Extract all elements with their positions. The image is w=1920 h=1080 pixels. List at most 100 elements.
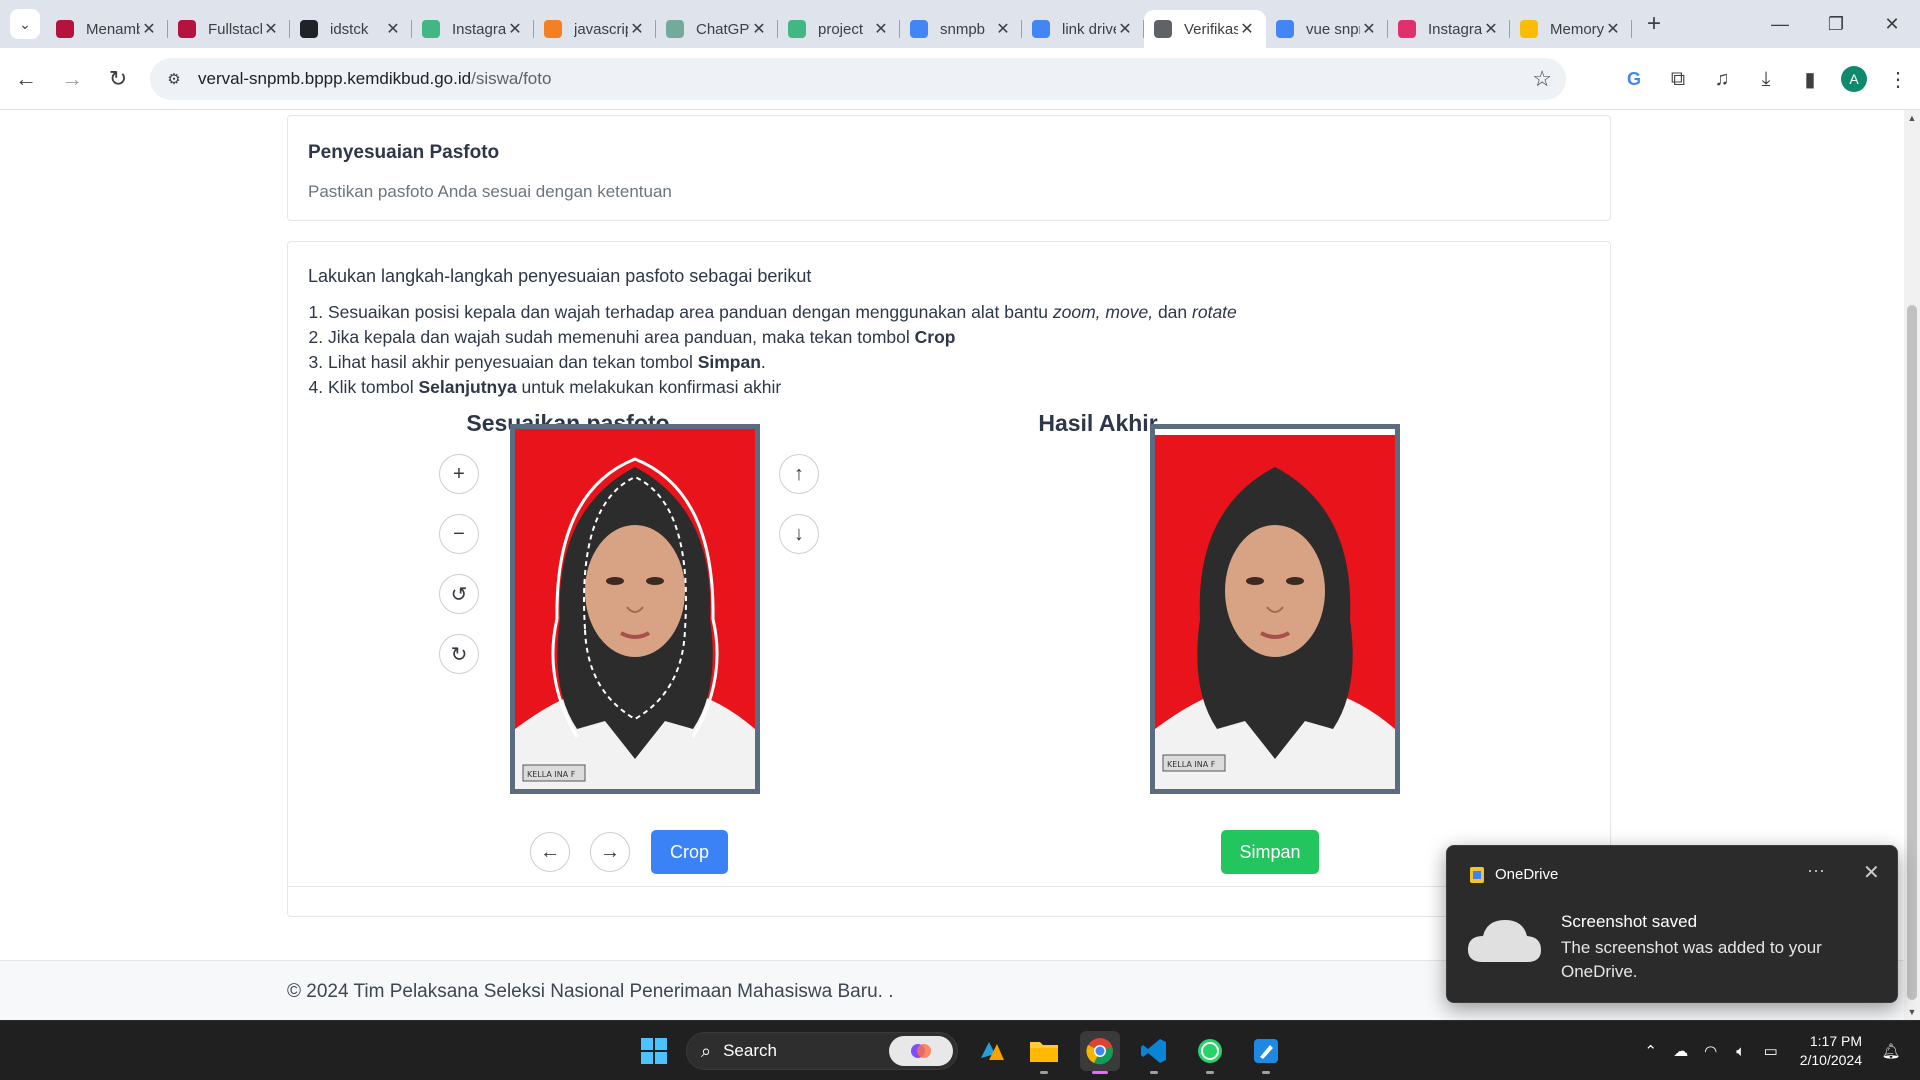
tab-search-button[interactable]: ⌄: [10, 9, 40, 39]
tab-close-icon[interactable]: ✕: [872, 19, 890, 39]
tab-close-icon[interactable]: ✕: [1604, 19, 1622, 39]
browser-tab[interactable]: Menambahkan✕: [46, 10, 168, 48]
tab-close-icon[interactable]: ✕: [140, 19, 158, 39]
url-text[interactable]: verval-snpmb.bppp.kemdikbud.go.id/siswa/…: [198, 69, 551, 89]
browser-tab[interactable]: snmpb ✕: [900, 10, 1022, 48]
photo-editor-canvas[interactable]: KELLA INA F: [510, 424, 760, 794]
onedrive-tray-icon[interactable]: ☁: [1666, 1042, 1696, 1060]
tab-favicon-icon: [788, 20, 806, 38]
result-photo: KELLA INA F: [1150, 424, 1400, 794]
tab-close-icon[interactable]: ✕: [1116, 19, 1134, 39]
system-tray: ⌃ ☁ ◠ 🔈︎ ▭ 1:17 PM 2/10/2024 🔔︎: [1636, 1021, 1920, 1080]
chrome-taskbar-icon[interactable]: [1080, 1031, 1120, 1074]
arrow-left-icon: ←: [15, 65, 37, 91]
rotate-left-button[interactable]: ↺: [439, 574, 479, 614]
vscode-icon[interactable]: [1134, 1031, 1174, 1074]
move-down-button[interactable]: ↓: [779, 514, 819, 554]
browser-tab[interactable]: Memory ✕: [1510, 10, 1632, 48]
rotate-right-button[interactable]: ↻: [439, 634, 479, 674]
scroll-down-icon[interactable]: ▼: [1904, 1004, 1920, 1020]
close-icon: ✕: [1884, 13, 1900, 34]
minimize-button[interactable]: —: [1752, 0, 1808, 48]
page-subtitle: Pastikan pasfoto Anda sesuai dengan kete…: [308, 182, 672, 201]
start-button[interactable]: [634, 1031, 674, 1071]
move-left-button[interactable]: ←: [530, 832, 570, 872]
tab-close-icon[interactable]: ✕: [750, 19, 768, 39]
browser-tab[interactable]: link drive ✕: [1022, 10, 1144, 48]
page-scrollbar[interactable]: ▲ ▼: [1904, 110, 1920, 1020]
tab-title: Memory: [1550, 20, 1604, 38]
close-icon[interactable]: ✕: [1863, 860, 1880, 885]
media-control-icon[interactable]: ♫: [1700, 59, 1744, 99]
tab-close-icon[interactable]: ✕: [1482, 19, 1500, 39]
tab-close-icon[interactable]: ✕: [994, 19, 1012, 39]
profile-button[interactable]: A: [1832, 59, 1876, 99]
reload-button[interactable]: ↻: [98, 59, 138, 99]
cropped-photo: KELLA INA F: [1155, 429, 1395, 789]
browser-tab[interactable]: ChatGPT✕: [656, 10, 778, 48]
browser-tab[interactable]: Verifikasi✕: [1144, 10, 1266, 48]
tab-close-icon[interactable]: ✕: [628, 19, 646, 39]
download-icon[interactable]: ⤓: [1744, 59, 1788, 99]
onedrive-notification[interactable]: OneDrive ··· ✕ Screenshot saved The scre…: [1446, 845, 1898, 1003]
tab-close-icon[interactable]: ✕: [506, 19, 524, 39]
file-explorer-icon[interactable]: [1024, 1031, 1064, 1074]
header-card: Penyesuaian Pasfoto Pastikan pasfoto And…: [287, 115, 1611, 221]
chevron-up-icon[interactable]: ⌃: [1636, 1042, 1666, 1060]
tab-title: Instagram: [452, 20, 506, 38]
bookmark-star-icon[interactable]: ☆: [1532, 66, 1552, 92]
zoom-out-button[interactable]: −: [439, 514, 479, 554]
tab-close-icon[interactable]: ✕: [1238, 19, 1256, 39]
browser-tab[interactable]: idstck ✕: [290, 10, 412, 48]
paint-app-icon[interactable]: [1246, 1031, 1286, 1074]
move-up-button[interactable]: ↑: [779, 454, 819, 494]
extensions-icon[interactable]: ⧉: [1656, 59, 1700, 99]
tab-close-icon[interactable]: ✕: [1360, 19, 1378, 39]
taskbar-clock[interactable]: 1:17 PM 2/10/2024: [1800, 1032, 1862, 1070]
copilot-icon[interactable]: [889, 1036, 953, 1066]
arrow-right-icon: →: [600, 840, 620, 863]
volume-icon[interactable]: 🔈︎: [1726, 1043, 1756, 1060]
address-bar[interactable]: ⚙ verval-snpmb.bppp.kemdikbud.go.id/sisw…: [150, 58, 1566, 100]
arrow-right-icon: →: [61, 65, 83, 91]
tab-close-icon[interactable]: ✕: [384, 19, 402, 39]
save-button[interactable]: Simpan: [1221, 830, 1319, 874]
google-translate-icon[interactable]: G: [1612, 59, 1656, 99]
url-host: verval-snpmb.bppp.kemdikbud.go.id: [198, 69, 472, 88]
notification-bell-icon[interactable]: 🔔︎: [1876, 1042, 1906, 1060]
arrow-left-icon: ←: [540, 840, 560, 863]
wifi-icon[interactable]: ◠: [1696, 1042, 1726, 1060]
taskbar-search[interactable]: ⌕ Search: [686, 1032, 958, 1070]
scroll-up-icon[interactable]: ▲: [1904, 110, 1920, 126]
whatsapp-icon[interactable]: [1190, 1031, 1230, 1074]
browser-tab[interactable]: Instagram✕: [412, 10, 534, 48]
more-options-icon[interactable]: ···: [1807, 860, 1825, 881]
browser-tab[interactable]: Fullstack ✕: [168, 10, 290, 48]
copilot-preview-app-icon[interactable]: [972, 1031, 1012, 1071]
browser-tab[interactable]: javascript✕: [534, 10, 656, 48]
back-button[interactable]: ←: [6, 59, 46, 99]
site-info-button[interactable]: ⚙: [156, 61, 192, 97]
browser-tab[interactable]: vue snpmb✕: [1266, 10, 1388, 48]
cloud-icon: [1467, 920, 1541, 962]
crop-button[interactable]: Crop: [651, 830, 728, 874]
new-tab-button[interactable]: +: [1636, 6, 1672, 42]
move-right-button[interactable]: →: [590, 832, 630, 872]
tab-favicon-icon: [1276, 20, 1294, 38]
search-label: Search: [723, 1041, 777, 1060]
battery-icon[interactable]: ▭: [1756, 1042, 1786, 1060]
side-panel-icon[interactable]: ▮: [1788, 59, 1832, 99]
clock-time: 1:17 PM: [1809, 1033, 1862, 1049]
close-window-button[interactable]: ✕: [1864, 0, 1920, 48]
browser-tab[interactable]: Instagram✕: [1388, 10, 1510, 48]
scroll-thumb[interactable]: [1907, 305, 1917, 1000]
tab-title: Instagram: [1428, 20, 1482, 38]
tab-title: Fullstack: [208, 20, 262, 38]
restore-button[interactable]: ❐: [1808, 0, 1864, 48]
browser-tab[interactable]: project ✕: [778, 10, 900, 48]
forward-button[interactable]: →: [52, 59, 92, 99]
tab-close-icon[interactable]: ✕: [262, 19, 280, 39]
menu-kebab-icon[interactable]: ⋮: [1876, 59, 1920, 99]
tab-favicon-icon: [1154, 20, 1172, 38]
zoom-in-button[interactable]: +: [439, 454, 479, 494]
